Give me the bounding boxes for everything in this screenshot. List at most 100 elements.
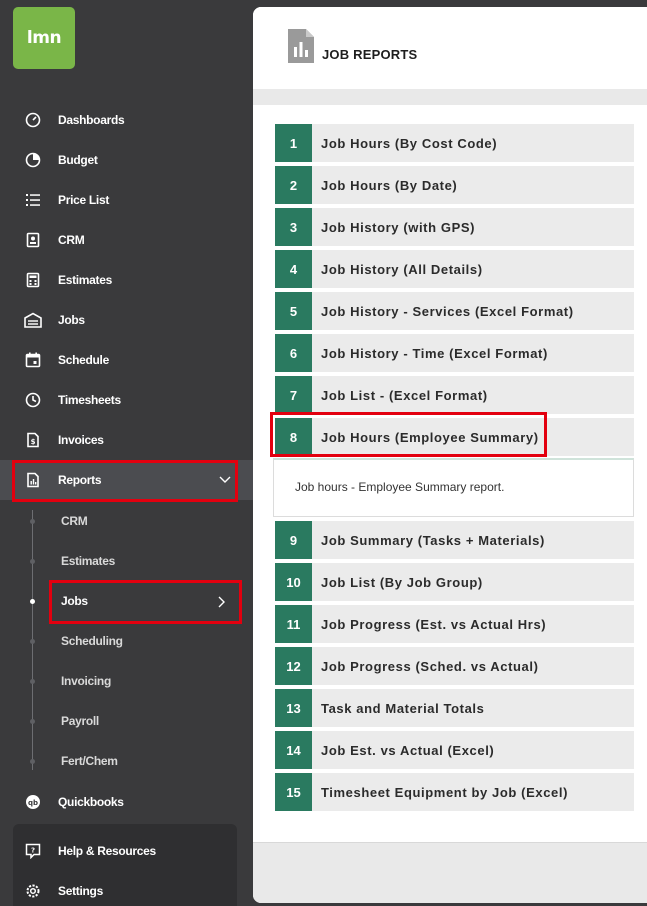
main-panel: JOB REPORTS 1 Job Hours (By Cost Code) 2… [253,7,647,903]
report-number: 3 [275,208,312,246]
report-name: Timesheet Equipment by Job (Excel) [321,784,568,800]
sub-item-label: Payroll [61,714,99,728]
bullet [30,678,35,684]
report-name: Job Hours (By Cost Code) [321,135,498,151]
logo-text: lmn [26,28,62,48]
report-description-panel: Job hours - Employee Summary report. [273,458,634,517]
help-icon: ? [24,842,42,860]
chevron-down-icon [219,471,231,489]
bullet [30,558,35,564]
report-description: Job hours - Employee Summary report. [295,480,505,494]
sidebar: lmn Dashboards Budget Price List CRM Est… [0,0,253,906]
sub-item-payroll[interactable]: Payroll [0,701,253,741]
report-number: 7 [275,376,312,414]
sub-item-label: CRM [61,514,88,528]
report-name: Job Hours (By Date) [321,177,458,193]
calendar-icon [24,351,42,369]
sidebar-item-label: Budget [58,153,98,167]
sidebar-item-jobs[interactable]: Jobs [0,300,253,340]
report-name: Task and Material Totals [321,700,485,716]
report-row[interactable]: 13 Task and Material Totals [275,689,634,727]
report-row[interactable]: 6 Job History - Time (Excel Format) [275,334,634,372]
sidebar-item-label: Estimates [58,273,112,287]
report-number: 12 [275,647,312,685]
report-number: 10 [275,563,312,601]
report-name: Job Est. vs Actual (Excel) [321,742,495,758]
report-number: 4 [275,250,312,288]
sidebar-item-label: Schedule [58,353,109,367]
clock-icon [24,391,42,409]
lmn-logo[interactable]: lmn [13,7,75,69]
report-row[interactable]: 14 Job Est. vs Actual (Excel) [275,731,634,769]
sidebar-item-help[interactable]: ? Help & Resources [0,831,253,871]
sub-item-label: Invoicing [61,674,111,688]
sidebar-item-quickbooks[interactable]: qb Quickbooks [0,782,253,822]
report-name: Job List - (Excel Format) [321,387,488,403]
invoice-icon: $ [24,431,42,449]
sub-item-label: Scheduling [61,634,123,648]
gear-icon [24,882,42,900]
sidebar-item-label: Timesheets [58,393,121,407]
sidebar-item-reports[interactable]: Reports [0,460,253,500]
pie-chart-icon [24,151,42,169]
sidebar-item-crm[interactable]: CRM [0,220,253,260]
svg-text:?: ? [31,847,35,855]
sidebar-item-label: Quickbooks [58,795,124,809]
report-row-expanded[interactable]: 8 Job Hours (Employee Summary) [275,418,634,456]
sub-item-invoicing[interactable]: Invoicing [0,661,253,701]
contact-card-icon [24,231,42,249]
sidebar-item-label: Dashboards [58,113,125,127]
bullet [30,758,35,764]
bullet [30,598,35,604]
sub-item-scheduling[interactable]: Scheduling [0,621,253,661]
sidebar-item-invoices[interactable]: $ Invoices [0,420,253,460]
sidebar-item-label: Invoices [58,433,104,447]
report-name: Job Progress (Est. vs Actual Hrs) [321,616,547,632]
report-row[interactable]: 1 Job Hours (By Cost Code) [275,124,634,162]
sub-item-jobs[interactable]: Jobs [0,581,253,621]
sidebar-item-estimates[interactable]: Estimates [0,260,253,300]
report-name: Job List (By Job Group) [321,574,483,590]
report-number: 14 [275,731,312,769]
report-number: 5 [275,292,312,330]
report-row[interactable]: 11 Job Progress (Est. vs Actual Hrs) [275,605,634,643]
report-row[interactable]: 15 Timesheet Equipment by Job (Excel) [275,773,634,811]
report-name: Job Progress (Sched. vs Actual) [321,658,539,674]
report-row[interactable]: 3 Job History (with GPS) [275,208,634,246]
sub-item-label: Estimates [61,554,115,568]
bullet [30,718,35,724]
sidebar-item-price-list[interactable]: Price List [0,180,253,220]
sidebar-item-label: Reports [58,473,102,487]
sub-item-fert-chem[interactable]: Fert/Chem [0,741,253,781]
sidebar-item-timesheets[interactable]: Timesheets [0,380,253,420]
report-name: Job Summary (Tasks + Materials) [321,532,545,548]
sidebar-item-budget[interactable]: Budget [0,140,253,180]
main-footer [253,842,647,903]
quickbooks-icon: qb [24,793,42,811]
header-divider [253,89,647,105]
report-row[interactable]: 7 Job List - (Excel Format) [275,376,634,414]
report-row[interactable]: 10 Job List (By Job Group) [275,563,634,601]
sidebar-item-label: Price List [58,193,110,207]
report-row[interactable]: 4 Job History (All Details) [275,250,634,288]
report-number: 13 [275,689,312,727]
report-number: 11 [275,605,312,643]
sidebar-item-settings[interactable]: Settings [0,871,253,906]
calculator-icon [24,271,42,289]
report-number: 2 [275,166,312,204]
sidebar-item-label: Settings [58,884,103,898]
list-icon [24,191,42,209]
report-number: 6 [275,334,312,372]
chevron-right-icon [218,595,226,613]
report-number: 8 [275,418,312,456]
svg-text:$: $ [31,438,36,446]
report-row[interactable]: 9 Job Summary (Tasks + Materials) [275,521,634,559]
report-row[interactable]: 12 Job Progress (Sched. vs Actual) [275,647,634,685]
sidebar-item-dashboards[interactable]: Dashboards [0,100,253,140]
sidebar-item-schedule[interactable]: Schedule [0,340,253,380]
sub-item-estimates[interactable]: Estimates [0,541,253,581]
sidebar-item-label: Jobs [58,313,85,327]
report-row[interactable]: 2 Job Hours (By Date) [275,166,634,204]
report-row[interactable]: 5 Job History - Services (Excel Format) [275,292,634,330]
sub-item-crm[interactable]: CRM [0,501,253,541]
